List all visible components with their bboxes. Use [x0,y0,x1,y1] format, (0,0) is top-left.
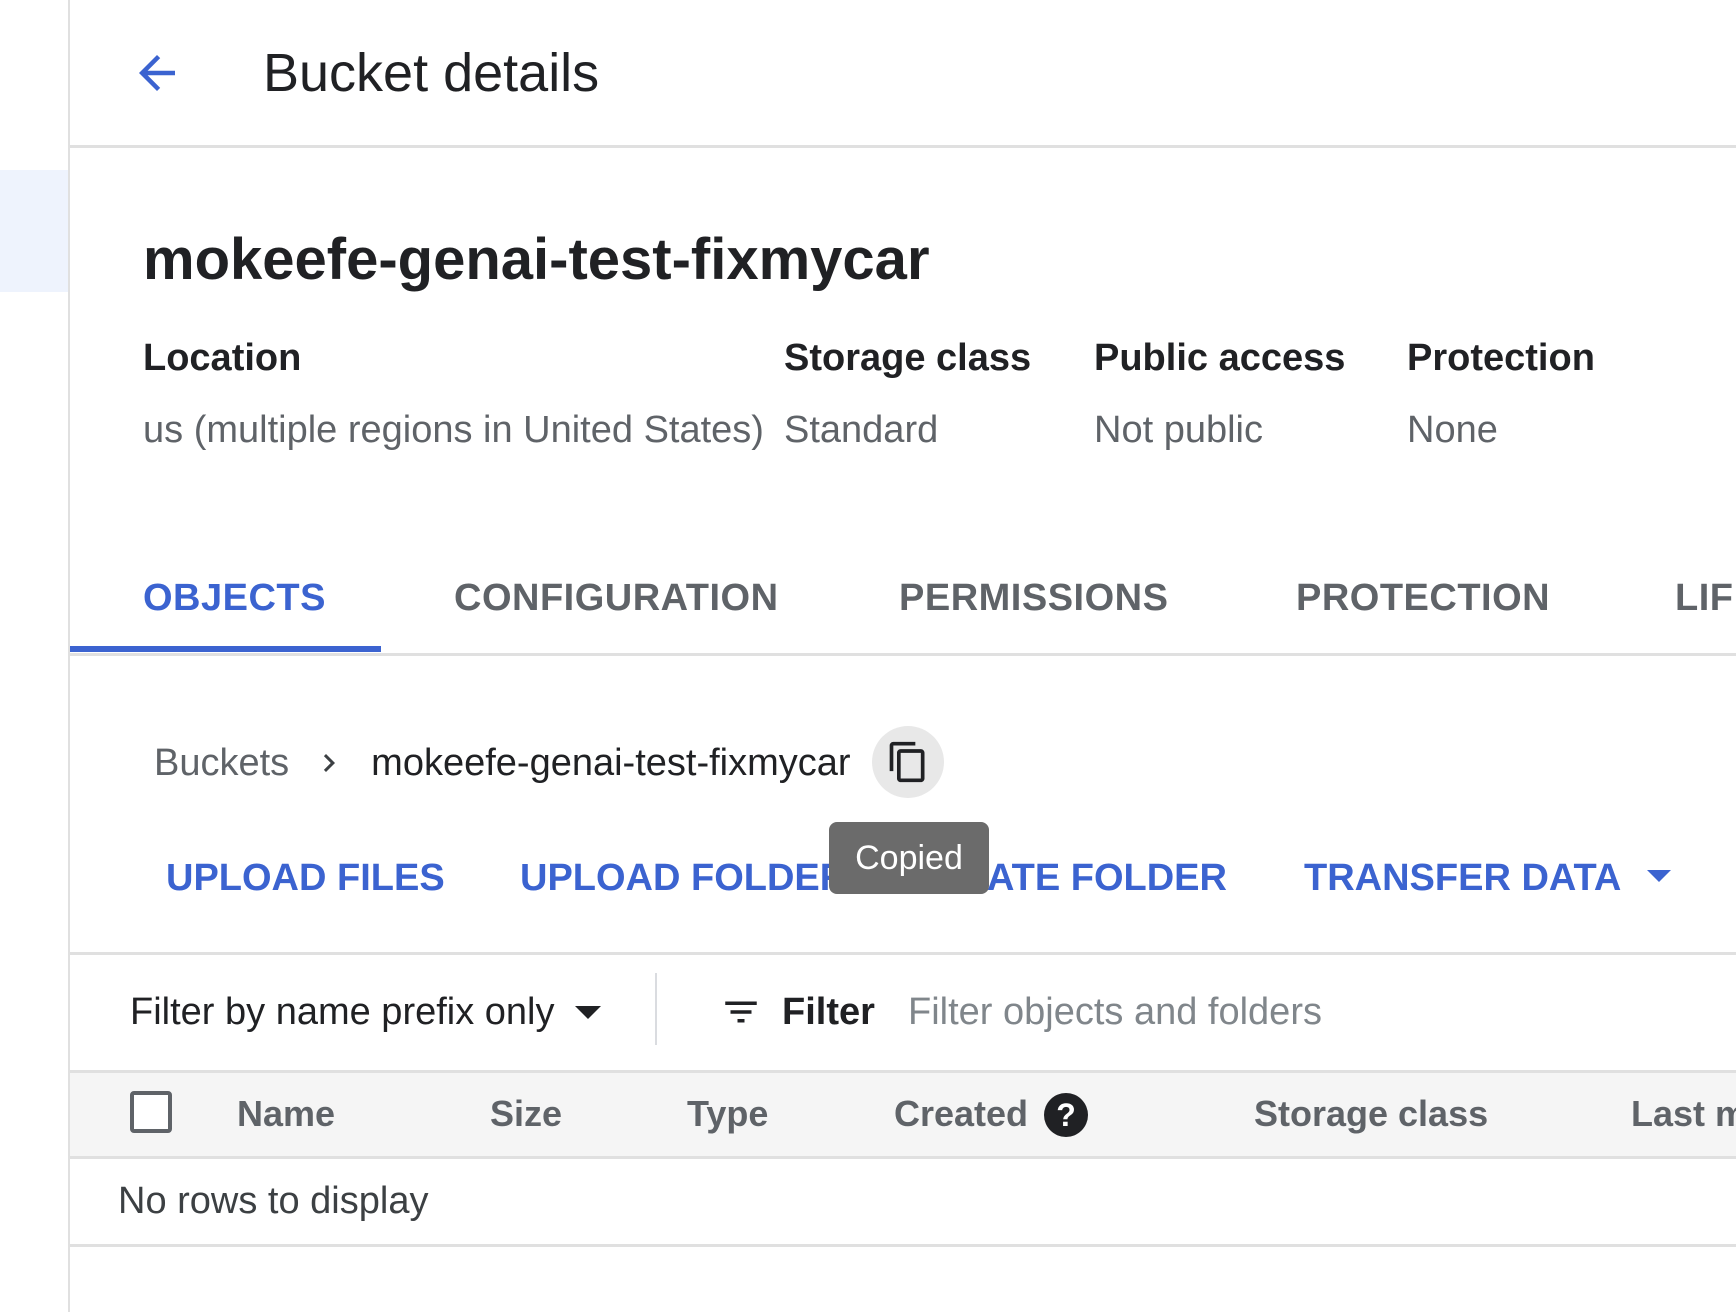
filter-bar: Filter by name prefix only Filter [70,955,1736,1073]
filter-input[interactable] [908,982,1708,1042]
create-folder-button[interactable]: ATE FOLDER [987,850,1227,906]
breadcrumb-buckets-link[interactable]: Buckets [154,742,289,785]
column-header-name[interactable]: Name [237,1083,335,1145]
filter-mode-label: Filter by name prefix only [130,991,555,1033]
active-tab-indicator [70,646,381,652]
meta-label: Storage class [784,337,1032,379]
help-icon[interactable]: ? [1044,1093,1088,1137]
tab-objects[interactable]: OBJECTS [143,555,326,653]
column-header-storage-class[interactable]: Storage class [1254,1083,1488,1145]
meta-label: Protection [1407,337,1595,379]
meta-value: us (multiple regions in United States) [143,409,764,451]
tab-bar: OBJECTS CONFIGURATION PERMISSIONS PROTEC… [70,555,1736,656]
breadcrumb: Buckets mokeefe-genai-test-fixmycar [154,735,851,791]
filter-divider [655,973,657,1045]
meta-protection: Protection None [1407,330,1595,458]
select-all-checkbox[interactable] [130,1091,172,1133]
tab-lifecycle[interactable]: LIFE [1675,555,1736,653]
meta-value: Not public [1094,409,1263,451]
page-header: Bucket details [70,0,1736,148]
main-content: Bucket details mokeefe-genai-test-fixmyc… [70,0,1736,1312]
left-nav-active-item[interactable] [0,170,68,292]
column-header-last-modified[interactable]: Last m [1631,1083,1736,1145]
meta-storage-class: Storage class Standard [784,330,1031,458]
meta-public-access: Public access Not public [1094,330,1345,458]
back-button[interactable] [124,40,190,106]
empty-table-row: No rows to display [70,1159,1736,1247]
chevron-right-icon [311,745,347,781]
filter-label: Filter [782,991,875,1033]
tab-permissions[interactable]: PERMISSIONS [899,555,1168,653]
copied-tooltip: Copied [829,822,989,894]
page-title: Bucket details [263,43,600,103]
objects-table-header: Name Size Type Created ? Storage class L… [70,1073,1736,1159]
upload-files-button[interactable]: UPLOAD FILES [166,850,445,906]
breadcrumb-current-bucket: mokeefe-genai-test-fixmycar [371,741,851,784]
tab-protection[interactable]: PROTECTION [1296,555,1550,653]
dropdown-caret-icon [574,1005,601,1019]
column-header-type[interactable]: Type [687,1083,768,1145]
filter-mode-dropdown[interactable]: Filter by name prefix only [130,982,601,1042]
copy-icon [889,741,925,783]
filter-list-icon[interactable] [720,991,762,1033]
arrow-back-icon [139,55,175,91]
upload-folder-button[interactable]: UPLOAD FOLDER [520,850,847,906]
bucket-name-heading: mokeefe-genai-test-fixmycar [143,227,930,292]
meta-label: Public access [1094,337,1346,379]
empty-state-text: No rows to display [118,1180,429,1222]
transfer-data-label: TRANSFER DATA [1304,857,1622,899]
meta-value: Standard [784,409,939,451]
tab-configuration[interactable]: CONFIGURATION [454,555,779,653]
transfer-data-button[interactable]: TRANSFER DATA [1304,850,1672,906]
column-header-created[interactable]: Created [894,1083,1028,1145]
meta-label: Location [143,337,302,379]
meta-location: Location us (multiple regions in United … [143,330,764,458]
copy-bucket-name-button[interactable] [872,726,944,798]
meta-value: None [1407,409,1498,451]
dropdown-caret-icon [1647,869,1672,882]
column-header-size[interactable]: Size [490,1083,562,1145]
